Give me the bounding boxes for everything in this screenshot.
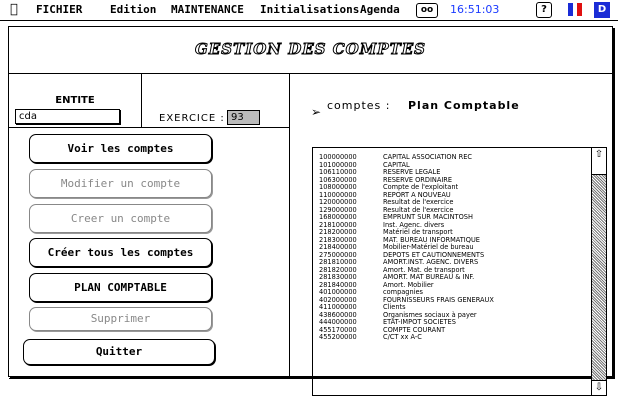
entite-box: ENTITE cda: [9, 73, 142, 127]
account-label: C/CT xx A-C: [383, 333, 422, 341]
account-row[interactable]: 168000000 EMPRUNT SUR MACINTOSH: [319, 213, 589, 222]
account-row[interactable]: 402000000 FOURNISSEURS FRAIS GENERAUX: [319, 296, 589, 305]
account-row[interactable]: 444000000 ETAT-IMPOT SOCIETES: [319, 318, 589, 327]
menu-edition[interactable]: Edition: [110, 2, 156, 18]
account-row[interactable]: 120000000 Resultat de l'exercice: [319, 198, 589, 207]
menu-fichier[interactable]: FICHIER: [36, 2, 82, 18]
supprimer-button[interactable]: Supprimer: [29, 307, 212, 331]
accounts-rows: 100000000 CAPITAL ASSOCIATION REC 10100000…: [319, 153, 589, 342]
account-row[interactable]: 281840000 Amort. Mobilier: [319, 281, 589, 290]
menu-agenda[interactable]: Agenda: [360, 2, 400, 18]
account-row[interactable]: 281830000 AMORT. MAT BUREAU & INF.: [319, 273, 589, 282]
account-row[interactable]: 106110000 RESERVE LEGALE: [319, 168, 589, 177]
modifier-compte-button[interactable]: Modifier un compte: [29, 169, 212, 198]
eyes-icon[interactable]: oo: [416, 3, 438, 18]
entite-field[interactable]: cda: [15, 109, 120, 124]
gestion-comptes-window: GESTION DES COMPTES ENTITE cda EXERCICE …: [8, 26, 613, 396]
entite-exercice-row: ENTITE cda EXERCICE : 93: [9, 73, 289, 128]
accounts-scrollbar[interactable]: ⇧ ⇩: [591, 148, 606, 395]
help-icon[interactable]: ?: [536, 2, 552, 18]
account-row[interactable]: 108000000 Compte de l'exploitant: [319, 183, 589, 192]
comptes-plan-label: Plan Comptable: [408, 99, 520, 112]
account-row[interactable]: 455200000 C/CT xx A-C: [319, 333, 589, 342]
account-row[interactable]: 218100000 Inst. Agenc. divers: [319, 221, 589, 230]
application-menu-icon[interactable]: D: [594, 2, 610, 18]
title-box: GESTION DES COMPTES: [9, 27, 612, 74]
account-row[interactable]: 110000000 REPORT A NOUVEAU: [319, 191, 589, 200]
account-row[interactable]: 100000000 CAPITAL ASSOCIATION REC: [319, 153, 589, 162]
mouse-pointer-icon: ➢: [311, 105, 322, 119]
menu-bar:  FICHIER Edition MAINTENANCE Initialisa…: [0, 0, 618, 21]
entite-label: ENTITE: [55, 95, 95, 106]
comptes-heading: comptes : Plan Comptable: [327, 99, 520, 112]
keyboard-flag-icon[interactable]: [568, 3, 583, 16]
exercice-label: EXERCICE :: [159, 113, 225, 124]
menu-clock: 16:51:03: [450, 3, 500, 16]
scroll-down-arrow-icon[interactable]: ⇩: [592, 380, 606, 395]
voir-comptes-button[interactable]: Voir les comptes: [29, 134, 212, 163]
comptes-label: comptes :: [327, 99, 391, 112]
account-number: 455200000: [319, 333, 357, 341]
menu-maintenance[interactable]: MAINTENANCE: [171, 2, 244, 18]
accounts-list[interactable]: 100000000 CAPITAL ASSOCIATION REC 10100000…: [312, 147, 607, 396]
exercice-field[interactable]: 93: [227, 110, 260, 125]
scroll-up-arrow-icon[interactable]: ⇧: [592, 148, 606, 163]
left-panel: ENTITE cda EXERCICE : 93 Voir les compte…: [9, 73, 290, 379]
creer-tous-comptes-button[interactable]: Créer tous les comptes: [29, 238, 212, 267]
scroll-thumb[interactable]: [592, 162, 606, 175]
window-title: GESTION DES COMPTES: [194, 40, 427, 59]
menu-initialisations[interactable]: Initialisations: [260, 2, 359, 18]
account-row[interactable]: 101000000 CAPITAL: [319, 161, 589, 170]
flag-stripe-red: [577, 3, 583, 16]
apple-menu-icon[interactable]: : [10, 2, 18, 18]
account-row[interactable]: 455170000 COMPTE COURANT: [319, 326, 589, 335]
creer-compte-button[interactable]: Creer un compte: [29, 204, 212, 233]
plan-comptable-button[interactable]: PLAN COMPTABLE: [29, 273, 212, 302]
quitter-button[interactable]: Quitter: [23, 339, 215, 365]
